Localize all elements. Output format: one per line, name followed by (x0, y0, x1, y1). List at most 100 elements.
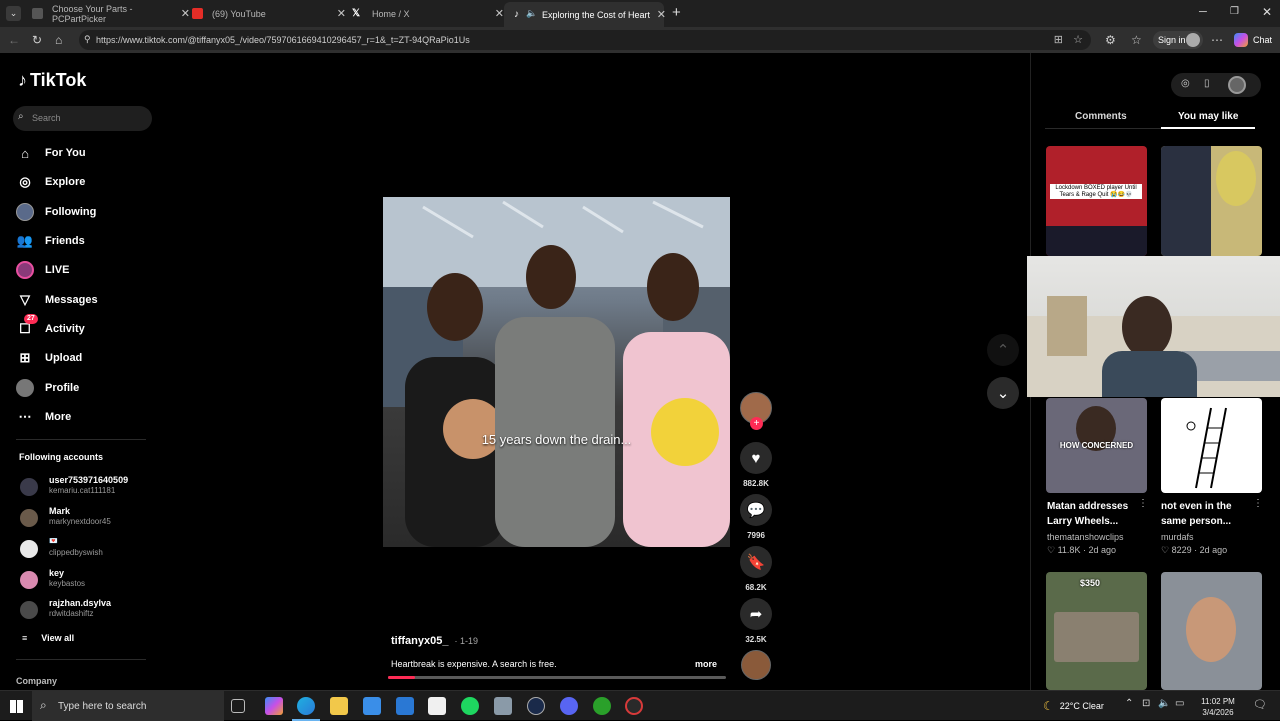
spotify-icon[interactable] (461, 697, 479, 715)
favorite-star-icon[interactable]: ☆ (1073, 33, 1083, 46)
app-icon[interactable] (527, 697, 545, 715)
store-icon[interactable] (363, 697, 381, 715)
nav-live[interactable]: LIVE (16, 258, 69, 282)
tab-youtube[interactable]: (69) YouTube ✕ (182, 4, 346, 23)
nav-profile[interactable]: Profile (16, 376, 79, 400)
card-more-icon[interactable]: ⋮ (1253, 498, 1263, 509)
company-link[interactable]: Company (16, 676, 57, 686)
save-button[interactable]: 🔖 (740, 546, 772, 578)
notifications-icon[interactable]: 🗨 (1253, 698, 1267, 711)
nav-messages[interactable]: ▽ Messages (16, 288, 98, 312)
sign-in-button[interactable]: Sign in (1153, 31, 1203, 49)
taskbar-search-input[interactable]: ⌕ Type here to search (32, 691, 224, 721)
upload-icon: ⊞ (19, 350, 31, 365)
copilot-icon[interactable] (265, 697, 283, 715)
webcam-overlay[interactable] (1027, 256, 1280, 397)
video-player[interactable]: 15 years down the drain... (383, 197, 730, 547)
recommended-video-card[interactable] (1161, 398, 1262, 493)
refresh-icon[interactable]: ↻ (32, 33, 42, 47)
comment-button[interactable]: 💬 (740, 494, 772, 526)
tiktok-logo[interactable]: ♪ TikTok (18, 70, 86, 91)
new-tab-button[interactable]: + (672, 4, 681, 21)
nav-activity[interactable]: ☐ 27 Activity (16, 314, 85, 341)
task-view-icon[interactable] (231, 699, 245, 713)
comment-count: 7996 (747, 531, 765, 540)
restore-button[interactable]: ❐ (1230, 6, 1239, 17)
home-icon[interactable]: ⌂ (55, 33, 62, 47)
like-button[interactable]: ♥ (740, 442, 772, 474)
favorites-icon[interactable]: ☆ (1131, 33, 1142, 47)
price-tag: $350 (1080, 578, 1101, 588)
close-icon[interactable]: ✕ (495, 7, 504, 20)
card-title[interactable]: not even in the same person... (1161, 499, 1259, 529)
app-icon[interactable]: ⊞ (1054, 33, 1063, 46)
explore-icon[interactable]: ◎ (1181, 78, 1190, 89)
lock-icon: ⚲ (84, 34, 91, 44)
active-tab-indicator (1161, 127, 1255, 129)
recommended-video-card[interactable] (1161, 146, 1262, 256)
card-author[interactable]: thematanshowclips (1047, 532, 1124, 542)
close-icon[interactable]: ✕ (657, 8, 666, 21)
follow-plus-button[interactable]: + (750, 417, 763, 430)
edge-icon[interactable] (297, 697, 315, 715)
nav-for-you[interactable]: ⌂ For You (16, 141, 85, 165)
author-name[interactable]: tiffanyx05_ (391, 635, 448, 647)
discord-icon[interactable] (560, 697, 578, 715)
sound-avatar[interactable] (741, 650, 771, 680)
tab-actions-button[interactable]: ⌄ (6, 6, 21, 21)
chevron-up-icon: ⌃ (996, 342, 1010, 359)
avatar[interactable] (1228, 76, 1246, 94)
copilot-chat-button[interactable]: Chat (1234, 33, 1272, 47)
recommended-video-card[interactable]: $350 (1046, 572, 1147, 690)
nav-friends[interactable]: 👥 Friends (16, 229, 85, 253)
close-window-button[interactable]: ✕ (1262, 5, 1272, 19)
network-icon[interactable]: ⊡ (1142, 698, 1150, 709)
tab-comments[interactable]: Comments (1075, 111, 1127, 122)
url-input[interactable]: ⚲ https://www.tiktok.com/@tiffanyx05_/vi… (79, 30, 1091, 50)
nav-explore[interactable]: ◎ Explore (16, 170, 85, 194)
nav-following[interactable]: Following (16, 200, 96, 224)
next-video-button[interactable]: ⌄ (987, 377, 1019, 409)
card-more-icon[interactable]: ⋮ (1138, 498, 1148, 509)
speaker-icon[interactable]: 🔈 (526, 8, 537, 19)
tab-home-x[interactable]: 𝕏 Home / X ✕ (342, 4, 504, 23)
battery-icon[interactable]: ▭ (1175, 698, 1184, 709)
previous-video-button[interactable]: ⌃ (987, 334, 1019, 366)
tray-chevron-icon[interactable]: ⌃ (1125, 698, 1133, 709)
volume-icon[interactable]: 🔈 (1158, 698, 1170, 709)
device-icon[interactable]: ▯ (1204, 78, 1210, 89)
messages-icon: ▽ (20, 292, 30, 307)
share-button[interactable]: ➦ (740, 598, 772, 630)
tab-pcpartpicker[interactable]: Choose Your Parts - PCPartPicker ✕ (22, 4, 190, 24)
recommended-video-card[interactable] (1161, 572, 1262, 690)
weather-widget[interactable]: ☾ 22°C Clear (1043, 699, 1104, 713)
search-input[interactable]: ⌕ Search (13, 106, 152, 131)
windows-start-icon[interactable] (10, 700, 23, 713)
home-icon: ⌂ (21, 145, 29, 161)
more-menu-icon[interactable]: ⋯ (1211, 33, 1223, 47)
recommended-video-card[interactable]: Lockdown BOXED player Until Tears & Rage… (1046, 146, 1147, 256)
clock[interactable]: 11:02 PM 3/4/2026 (1193, 696, 1243, 718)
view-all-button[interactable]: ≡ View all (22, 633, 74, 643)
video-progress-track[interactable] (388, 676, 726, 679)
recommended-video-card[interactable]: HOW CONCERNED (1046, 398, 1147, 493)
xbox-icon[interactable] (593, 697, 611, 715)
chevron-down-icon: ⌄ (996, 385, 1010, 402)
following-accounts-title: Following accounts (19, 452, 104, 462)
app-icon[interactable] (494, 697, 512, 715)
minimize-button[interactable]: ─ (1199, 6, 1207, 18)
extensions-icon[interactable]: ⚙ (1105, 33, 1116, 47)
more-link[interactable]: more (695, 659, 717, 669)
mail-icon[interactable] (396, 697, 414, 715)
avatar (20, 571, 38, 589)
tab-tiktok[interactable]: ♪ 🔈 Exploring the Cost of Heartbr ✕ (504, 2, 666, 27)
nav-upload[interactable]: ⊞ Upload (16, 346, 83, 370)
nav-more[interactable]: ⋯ More (16, 405, 72, 429)
notepad-icon[interactable] (428, 697, 446, 715)
card-author[interactable]: murdafs (1161, 532, 1194, 542)
back-icon[interactable]: ← (8, 33, 20, 47)
tab-you-may-like[interactable]: You may like (1178, 111, 1238, 122)
app-icon[interactable] (625, 697, 643, 715)
file-explorer-icon[interactable] (330, 697, 348, 715)
card-title[interactable]: Matan addresses Larry Wheels... (1047, 499, 1145, 529)
